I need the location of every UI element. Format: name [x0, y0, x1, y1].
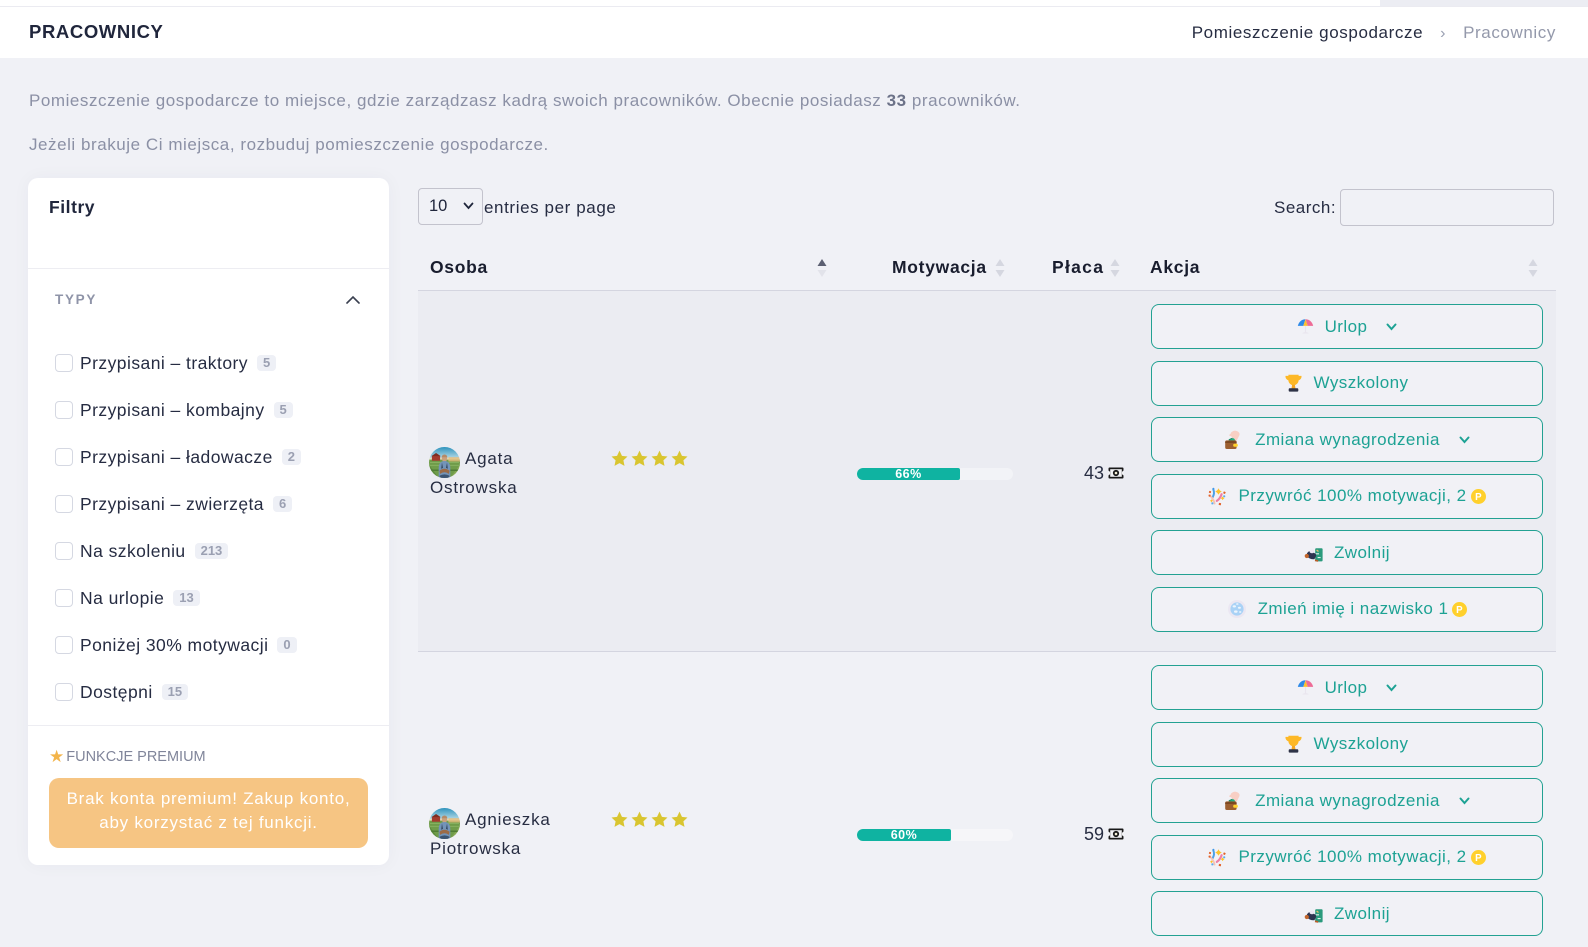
svg-text:P: P [1475, 491, 1482, 502]
svg-text:P: P [1456, 604, 1463, 615]
svg-text:P: P [1475, 852, 1482, 863]
